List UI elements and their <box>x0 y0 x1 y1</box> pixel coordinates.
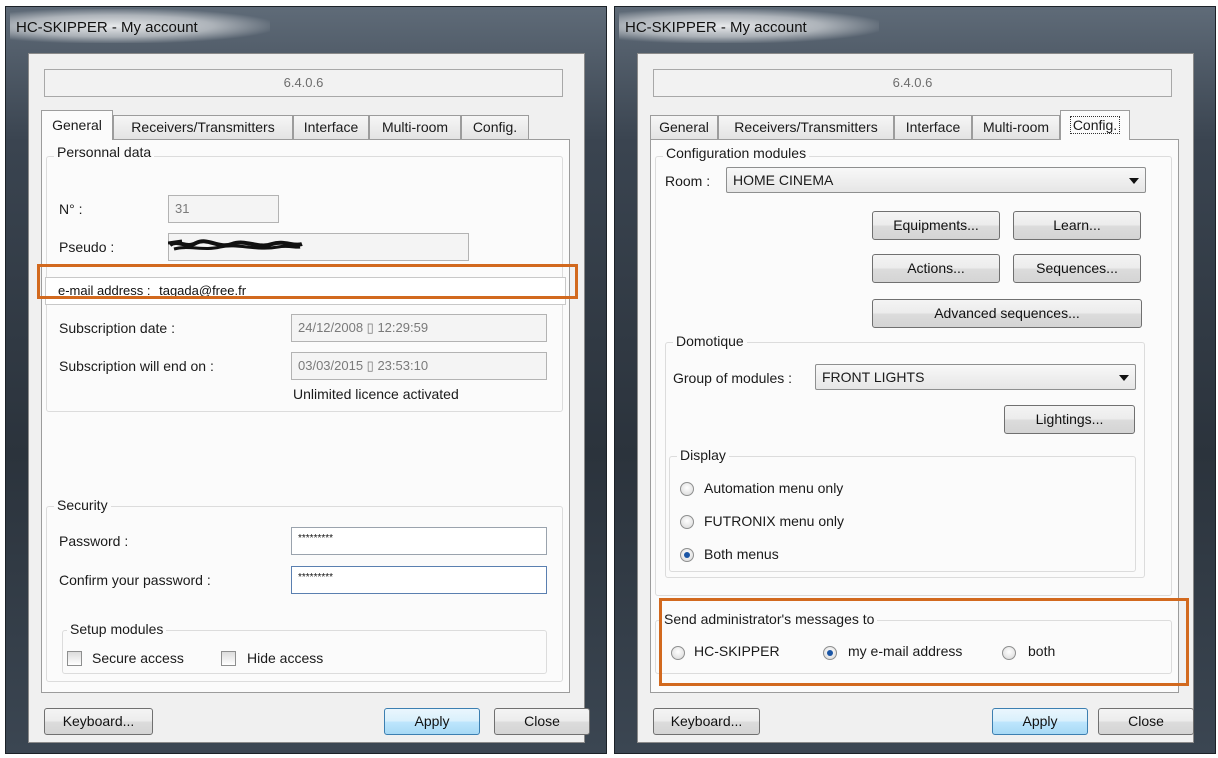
pseudo-label: Pseudo : <box>59 239 115 255</box>
tab-multi-room[interactable]: Multi-room <box>369 115 461 139</box>
hide-access-checkbox[interactable] <box>221 651 236 666</box>
my-account-window-general: HC-SKIPPER - My account 6.4.0.6 General … <box>5 6 607 754</box>
display-label: Display <box>677 447 729 463</box>
radio-futronix-menu-only[interactable] <box>680 515 694 529</box>
tab-interface[interactable]: Interface <box>293 115 369 139</box>
window-title: HC-SKIPPER - My account <box>625 19 807 36</box>
group-of-modules-value: FRONT LIGHTS <box>822 369 925 385</box>
radio-automation-menu-only[interactable] <box>680 482 694 496</box>
futronix-menu-only-label[interactable]: FUTRONIX menu only <box>704 513 844 529</box>
chevron-down-icon <box>1129 178 1139 184</box>
tab-general[interactable]: General <box>650 115 718 139</box>
setup-modules-label: Setup modules <box>67 621 167 637</box>
apply-button[interactable]: Apply <box>992 708 1088 735</box>
close-button[interactable]: Close <box>1098 708 1194 735</box>
room-select[interactable]: HOME CINEMA <box>726 167 1146 193</box>
redaction-scribble <box>168 239 303 251</box>
tab-multi-room[interactable]: Multi-room <box>972 115 1060 139</box>
tab-config[interactable]: Config. <box>461 115 529 139</box>
email-highlight-box <box>37 264 578 299</box>
room-select-value: HOME CINEMA <box>733 172 834 188</box>
version-display: 6.4.0.6 <box>44 69 563 97</box>
subscription-end-field: 03/03/2015 ▯ 23:53:10 <box>291 352 547 380</box>
apply-button[interactable]: Apply <box>384 708 480 735</box>
learn-button[interactable]: Learn... <box>1013 211 1141 240</box>
keyboard-button[interactable]: Keyboard... <box>44 708 153 735</box>
hide-access-label[interactable]: Hide access <box>247 650 323 666</box>
group-of-modules-select[interactable]: FRONT LIGHTS <box>815 364 1136 390</box>
sequences-button[interactable]: Sequences... <box>1013 254 1141 283</box>
tab-general[interactable]: General <box>41 110 113 140</box>
general-tab-panel: Personnal data N° : 31 Pseudo : e-mail a… <box>41 139 570 693</box>
security-label: Security <box>54 497 111 513</box>
lightings-button[interactable]: Lightings... <box>1004 405 1135 434</box>
tab-receivers-transmitters[interactable]: Receivers/Transmitters <box>718 115 894 139</box>
password-input[interactable]: ********* <box>291 527 547 555</box>
tab-receivers-transmitters[interactable]: Receivers/Transmitters <box>113 115 293 139</box>
radio-both-menus[interactable] <box>680 548 694 562</box>
window-title: HC-SKIPPER - My account <box>16 19 198 36</box>
group-of-modules-label: Group of modules : <box>673 370 793 386</box>
tab-interface[interactable]: Interface <box>894 115 972 139</box>
window-client-area: 6.4.0.6 General Receivers/Transmitters I… <box>28 53 590 743</box>
subscription-end-label: Subscription will end on : <box>59 358 214 374</box>
version-display: 6.4.0.6 <box>653 69 1172 97</box>
secure-access-label[interactable]: Secure access <box>92 650 184 666</box>
room-label: Room : <box>665 173 711 189</box>
secure-access-checkbox[interactable] <box>67 651 82 666</box>
domotique-label: Domotique <box>673 333 747 349</box>
configuration-modules-label: Configuration modules <box>663 145 810 161</box>
advanced-sequences-button[interactable]: Advanced sequences... <box>872 299 1142 328</box>
confirm-password-input[interactable]: ********* <box>291 566 547 594</box>
password-label: Password : <box>59 533 129 549</box>
number-field: 31 <box>168 195 279 223</box>
number-label: N° : <box>59 201 83 217</box>
chevron-down-icon <box>1119 375 1129 381</box>
personal-data-label: Personnal data <box>54 144 155 160</box>
actions-button[interactable]: Actions... <box>872 254 1000 283</box>
automation-menu-only-label[interactable]: Automation menu only <box>704 480 843 496</box>
tab-config[interactable]: Config. <box>1060 110 1130 140</box>
subscription-date-label: Subscription date : <box>59 320 175 336</box>
confirm-password-label: Confirm your password : <box>59 572 211 588</box>
licence-status: Unlimited licence activated <box>293 386 459 402</box>
admin-messages-highlight-box <box>659 598 1189 686</box>
subscription-date-field: 24/12/2008 ▯ 12:29:59 <box>291 314 547 342</box>
both-menus-label[interactable]: Both menus <box>704 546 779 562</box>
close-button[interactable]: Close <box>494 708 590 735</box>
equipments-button[interactable]: Equipments... <box>872 211 1000 240</box>
keyboard-button[interactable]: Keyboard... <box>653 708 760 735</box>
